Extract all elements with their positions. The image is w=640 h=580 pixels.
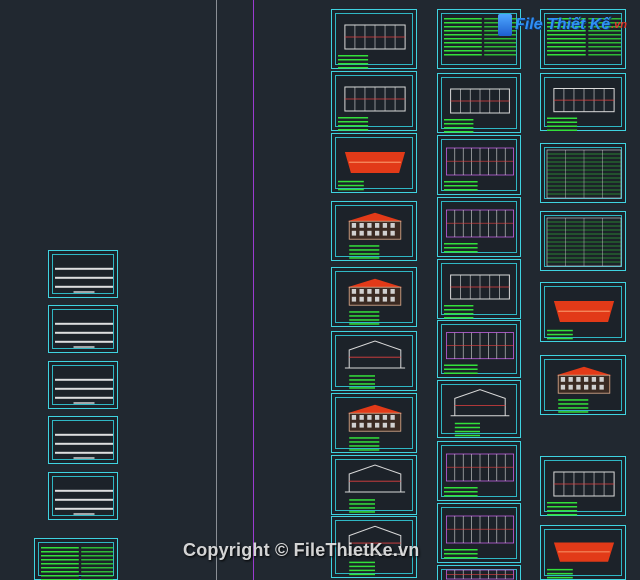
logo-domain: .vn: [611, 19, 628, 31]
sheet-plan-3[interactable]: [540, 456, 626, 516]
sheet-drawing: [444, 453, 514, 497]
layout-guide-line-purple: [253, 0, 254, 580]
sheet-note-3[interactable]: [48, 361, 118, 409]
copyright-watermark: Copyright © FileThietKe.vn: [183, 540, 420, 560]
sheet-schedule-1[interactable]: [540, 143, 626, 203]
sheet-note-4[interactable]: [48, 416, 118, 464]
sheet-drawing: [445, 569, 514, 580]
sheet-drawing: [444, 515, 514, 559]
sheet-frame-2[interactable]: [437, 197, 521, 257]
sheet-drawing: [556, 366, 612, 413]
sheet-drawing: [55, 322, 113, 348]
sheet-drawing: [55, 489, 113, 515]
sheet-legend[interactable]: [34, 538, 118, 580]
sheet-drawing: [338, 152, 406, 191]
sheet-drawing: [344, 464, 406, 513]
sheet-drawing: [338, 86, 406, 131]
sheet-elevation-4[interactable]: [540, 355, 626, 415]
sheet-drawing: [444, 332, 514, 374]
sheet-frame-1[interactable]: [437, 135, 521, 195]
sheet-section-2[interactable]: [331, 455, 417, 515]
sheet-drawing: [546, 217, 622, 267]
sheet-roof-plan[interactable]: [331, 133, 417, 193]
sheet-drawing: [546, 149, 622, 199]
sheet-roof-plan-3[interactable]: [540, 525, 626, 580]
cad-model-space[interactable]: File Thiết Kế .vn Copyright © FileThietK…: [0, 0, 640, 580]
sheet-foundation-plan[interactable]: [437, 73, 521, 133]
sheet-drawing: [547, 88, 615, 131]
sheet-drawing: [547, 471, 615, 516]
sheet-drawing: [55, 378, 113, 404]
sheet-drawing: [444, 209, 514, 253]
sheet-drawing: [344, 340, 406, 389]
logo-text: File Thiết Kế: [515, 16, 611, 33]
sheet-drawing: [338, 24, 406, 69]
sheet-drawing: [347, 212, 403, 259]
sheet-note-1[interactable]: [48, 250, 118, 298]
sheet-section-1[interactable]: [331, 331, 417, 391]
sheet-drawing: [41, 547, 114, 580]
sheet-drawing: [347, 278, 403, 325]
sheet-drawing: [444, 88, 510, 133]
sheet-roof-plan-2[interactable]: [540, 282, 626, 342]
sheet-detail-2[interactable]: [437, 380, 521, 438]
sheet-schedule-2[interactable]: [540, 211, 626, 271]
logo-icon: [498, 14, 512, 36]
sheet-arch-plan-2[interactable]: [331, 71, 417, 131]
sheet-drawing: [547, 542, 615, 579]
sheet-drawing: [444, 274, 510, 319]
sheet-drawing: [55, 267, 113, 293]
sheet-drawing: [55, 433, 113, 459]
sheet-note-5[interactable]: [48, 472, 118, 520]
layout-guide-line-gray: [216, 0, 217, 580]
sheet-arch-plan-1[interactable]: [331, 9, 417, 69]
sheet-beam-plan[interactable]: [437, 259, 521, 319]
sheet-frame-4[interactable]: [437, 503, 521, 563]
filethietke-logo: File Thiết Kế .vn: [498, 10, 627, 40]
sheet-elevation-3[interactable]: [331, 393, 417, 453]
sheet-detail-1[interactable]: [437, 320, 521, 378]
sheet-drawing: [347, 404, 403, 451]
sheet-site-plan[interactable]: [540, 73, 626, 131]
sheet-drawing: [444, 147, 514, 191]
sheet-frame-3[interactable]: [437, 441, 521, 501]
sheet-drawing: [547, 301, 615, 340]
sheet-frame-5[interactable]: [437, 565, 521, 580]
sheet-note-2[interactable]: [48, 305, 118, 353]
sheet-elevation-1[interactable]: [331, 201, 417, 261]
sheet-elevation-2[interactable]: [331, 267, 417, 327]
sheet-drawing: [450, 389, 510, 437]
